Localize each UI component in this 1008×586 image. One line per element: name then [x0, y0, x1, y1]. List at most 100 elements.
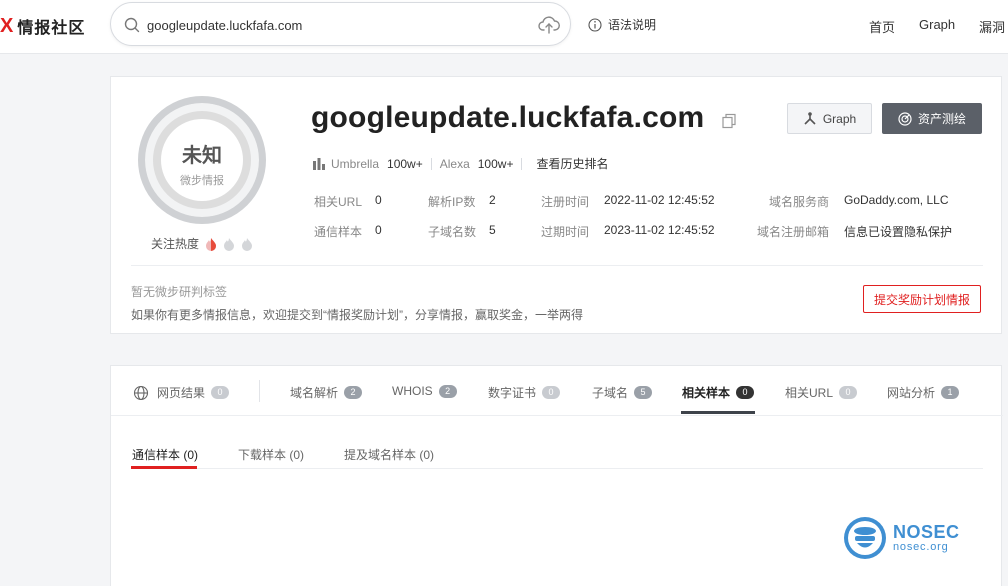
verdict-source: 微步情报 — [180, 175, 224, 187]
reg-email-value-wrap: 信息已设置隐私保护 — [844, 223, 952, 240]
active-tab-indicator — [681, 411, 755, 414]
umbrella-label: Umbrella — [331, 156, 380, 171]
subtab-comm-samples[interactable]: 通信样本 (0) — [132, 446, 198, 463]
domain-title: googleupdate.luckfafa.com — [311, 101, 705, 134]
subdomain-value[interactable]: 5 — [489, 223, 496, 237]
submit-tip-text: 如果你有更多情报信息，欢迎提交到“情报奖励计划”，分享情报，赢取奖金，一举两得 — [131, 308, 583, 322]
reg-time-value-wrap: 2022-11-02 12:45:52 — [604, 193, 715, 207]
tab-site-analysis[interactable]: 网站分析 1 — [887, 384, 960, 401]
tab-whois[interactable]: WHOIS 2 — [392, 384, 457, 398]
info-icon — [588, 17, 602, 32]
tab-related-samples[interactable]: 相关样本 0 — [682, 384, 755, 401]
submit-intel-button[interactable]: 提交奖励计划情报 — [863, 285, 981, 313]
tab-web-results[interactable]: 网页结果 0 — [133, 384, 230, 401]
registrar-label: 域名服务商 — [769, 195, 830, 209]
graph-button[interactable]: Graph — [787, 103, 872, 134]
history-rank-link[interactable]: 查看历史排名 — [536, 155, 608, 172]
reg-email-value: 信息已设置隐私保护 — [844, 225, 953, 239]
divider — [131, 468, 983, 469]
tab-bar: 网页结果 0 域名解析 2 WHOIS 2 数字证书 0 子域名 5 相关样本 … — [111, 366, 1003, 416]
comm-sample-value[interactable]: 0 — [375, 223, 382, 237]
search-input[interactable] — [147, 14, 527, 36]
tab-label: WHOIS — [392, 384, 433, 398]
registrar-info: 域名服务商 — [769, 193, 829, 210]
resolve-ip-info: 解析IP数 — [428, 193, 475, 210]
tab-count-badge: 0 — [542, 386, 561, 399]
verdict-ring: 未知 微步情报 — [138, 96, 266, 224]
exp-time-value: 2023-11-02 12:45:52 — [604, 223, 715, 237]
tab-count-badge: 1 — [941, 386, 960, 399]
subdomain-label: 子域名数 — [428, 225, 477, 239]
exp-time-label: 过期时间 — [541, 225, 590, 239]
tab-dns-resolution[interactable]: 域名解析 2 — [290, 384, 363, 401]
nosec-title: NOSEC — [893, 521, 960, 542]
tab-subdomains[interactable]: 子域名 5 — [592, 384, 653, 401]
related-url-value-wrap: 0 — [375, 193, 382, 207]
tab-label: 网页结果 — [157, 386, 206, 400]
tab-count-badge: 0 — [736, 386, 755, 399]
no-tag-text: 暂无微步研判标签 — [131, 285, 228, 299]
resolve-ip-value[interactable]: 2 — [489, 193, 496, 207]
reg-time-info: 注册时间 — [541, 193, 589, 210]
radar-icon — [898, 111, 912, 126]
nosec-text: NOSEC nosec.org — [893, 523, 960, 554]
globe-icon — [133, 385, 149, 400]
subtab-download-samples[interactable]: 下载样本 (0) — [238, 446, 304, 463]
graph-icon — [804, 111, 816, 125]
tab-label: 子域名 — [592, 386, 629, 400]
tab-label: 网站分析 — [887, 386, 936, 400]
reg-email-label: 域名注册邮箱 — [757, 225, 830, 239]
nav-home[interactable]: 首页 — [869, 17, 895, 36]
reg-time-value: 2022-11-02 12:45:52 — [604, 193, 715, 207]
bar-chart-icon — [313, 157, 325, 170]
active-subtab-indicator — [131, 466, 197, 469]
details-card: 网页结果 0 域名解析 2 WHOIS 2 数字证书 0 子域名 5 相关样本 … — [110, 365, 1003, 586]
nav-vulns[interactable]: 漏洞 — [979, 17, 1005, 36]
logo[interactable]: X 情报社区 — [0, 14, 85, 38]
exp-time-info: 过期时间 — [541, 223, 589, 240]
subdomain-info: 子域名数 — [428, 223, 476, 240]
exp-time-value-wrap: 2023-11-02 12:45:52 — [604, 223, 715, 237]
reg-time-label: 注册时间 — [541, 195, 590, 209]
comm-sample-info: 通信样本 — [314, 223, 362, 240]
heat-label: 关注热度 — [151, 237, 200, 251]
copy-icon[interactable] — [721, 113, 737, 129]
flame-icon — [242, 237, 253, 251]
syntax-label: 语法说明 — [608, 18, 657, 32]
asset-mapping-button[interactable]: 资产测绘 — [882, 103, 982, 134]
nosec-logo-icon — [844, 517, 886, 559]
subtab-mentioned-samples[interactable]: 提及域名样本 (0) — [344, 446, 434, 463]
upload-cloud-icon[interactable] — [538, 15, 560, 35]
comm-sample-label: 通信样本 — [314, 225, 363, 239]
resolve-ip-label: 解析IP数 — [428, 195, 476, 209]
nosec-watermark: NOSEC nosec.org — [843, 516, 960, 560]
related-url-value[interactable]: 0 — [375, 193, 382, 207]
tab-count-badge: 0 — [839, 386, 858, 399]
search-box[interactable] — [110, 2, 571, 46]
flame-icon — [224, 237, 235, 251]
tab-certificates[interactable]: 数字证书 0 — [488, 384, 561, 401]
tab-count-badge: 2 — [438, 384, 457, 398]
comm-sample-value-wrap: 0 — [375, 223, 382, 237]
divider — [131, 265, 983, 266]
asset-button-label: 资产测绘 — [917, 112, 966, 126]
nosec-sub: nosec.org — [893, 540, 949, 553]
tab-count-badge: 0 — [211, 386, 230, 399]
rank-row: Umbrella 100w+ Alexa 100w+ 查看历史排名 — [313, 155, 608, 172]
related-url-label: 相关URL — [314, 195, 363, 209]
reg-email-info: 域名注册邮箱 — [757, 223, 829, 240]
verdict-text: 未知 — [182, 145, 222, 167]
tab-count-badge: 5 — [634, 386, 653, 399]
logo-text: 情报社区 — [17, 20, 86, 37]
attention-heat: 关注热度 — [151, 235, 253, 252]
alexa-label: Alexa — [439, 156, 470, 171]
tab-related-urls[interactable]: 相关URL 0 — [785, 384, 858, 401]
divider — [259, 380, 260, 402]
syntax-help-link[interactable]: 语法说明 — [588, 16, 656, 33]
umbrella-value: 100w+ — [387, 156, 423, 171]
registrar-value: GoDaddy.com, LLC — [844, 193, 949, 207]
tab-count-badge: 2 — [344, 386, 363, 399]
resolve-ip-value-wrap: 2 — [489, 193, 496, 207]
nav-graph[interactable]: Graph — [919, 17, 955, 32]
tab-label: 数字证书 — [488, 386, 537, 400]
